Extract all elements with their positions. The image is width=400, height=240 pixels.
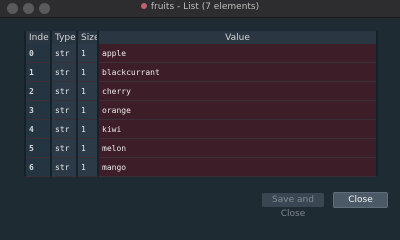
window-title: fruits - List (7 elements): [150, 2, 260, 12]
row-value[interactable]: blackcurrant: [99, 63, 376, 82]
row-index: 3: [26, 101, 50, 120]
row-type: str: [52, 158, 76, 177]
header-type[interactable]: Type: [52, 31, 76, 44]
row-size: 1: [78, 120, 97, 139]
table-row[interactable]: 1 str 1 blackcurrant: [26, 63, 376, 82]
row-type: str: [52, 101, 76, 120]
row-type: str: [52, 44, 76, 63]
window-title-container: fruits - List (7 elements): [0, 2, 400, 12]
python-file-icon: [140, 3, 147, 9]
header-row: Inde Type Size Value: [26, 31, 376, 44]
table-row[interactable]: 4 str 1 kiwi: [26, 120, 376, 139]
header-value[interactable]: Value: [99, 31, 376, 44]
save-and-close-button[interactable]: Save and Close: [262, 193, 324, 219]
row-value[interactable]: orange: [99, 101, 376, 120]
list-table: Inde Type Size Value 0 str 1 apple 1 str…: [24, 31, 378, 177]
row-value[interactable]: apple: [99, 44, 376, 63]
header-index[interactable]: Inde: [26, 31, 50, 44]
table-row[interactable]: 6 str 1 mango: [26, 158, 376, 177]
close-button[interactable]: Close: [333, 192, 388, 208]
row-size: 1: [78, 101, 97, 120]
row-type: str: [52, 120, 76, 139]
header-size[interactable]: Size: [78, 31, 97, 44]
row-index: 2: [26, 82, 50, 101]
row-size: 1: [78, 139, 97, 158]
row-type: str: [52, 139, 76, 158]
row-index: 6: [26, 158, 50, 177]
row-type: str: [52, 63, 76, 82]
row-value[interactable]: mango: [99, 158, 376, 177]
row-size: 1: [78, 63, 97, 82]
row-size: 1: [78, 158, 97, 177]
row-index: 0: [26, 44, 50, 63]
row-size: 1: [78, 44, 97, 63]
table-row[interactable]: 0 str 1 apple: [26, 44, 376, 63]
row-type: str: [52, 82, 76, 101]
title-bar: fruits - List (7 elements): [0, 0, 400, 18]
row-size: 1: [78, 82, 97, 101]
table-row[interactable]: 3 str 1 orange: [26, 101, 376, 120]
row-value[interactable]: kiwi: [99, 120, 376, 139]
row-index: 4: [26, 120, 50, 139]
row-index: 5: [26, 139, 50, 158]
table-row[interactable]: 2 str 1 cherry: [26, 82, 376, 101]
row-index: 1: [26, 63, 50, 82]
table-row[interactable]: 5 str 1 melon: [26, 139, 376, 158]
collection-editor: Inde Type Size Value 0 str 1 apple 1 str…: [24, 31, 378, 177]
row-value[interactable]: cherry: [99, 82, 376, 101]
row-value[interactable]: melon: [99, 139, 376, 158]
